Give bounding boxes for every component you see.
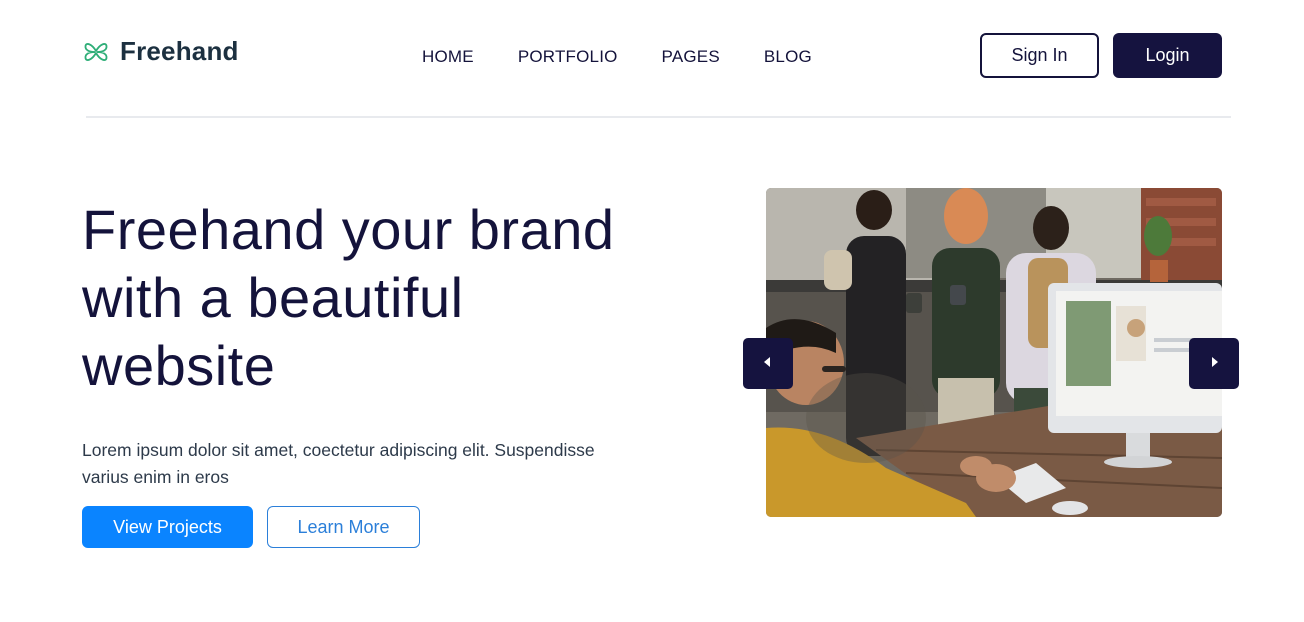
brand-logo-link[interactable]: Freehand xyxy=(82,36,239,67)
hero-title: Freehand your brand with a beautiful web… xyxy=(82,196,662,400)
nav-pages[interactable]: PAGES xyxy=(662,47,720,67)
hero-title-line: Freehand your brand xyxy=(82,198,615,261)
nav-portfolio[interactable]: PORTFOLIO xyxy=(518,47,618,67)
hero-description: Lorem ipsum dolor sit amet, coectetur ad… xyxy=(82,440,595,487)
clover-icon xyxy=(82,38,110,66)
main-nav: HOME PORTFOLIO PAGES BLOG xyxy=(422,47,812,67)
slider-next-button[interactable] xyxy=(1189,338,1239,389)
sign-in-button[interactable]: Sign In xyxy=(980,33,1099,78)
learn-more-button[interactable]: Learn More xyxy=(267,506,420,548)
view-projects-button[interactable]: View Projects xyxy=(82,506,253,548)
brand-name: Freehand xyxy=(120,36,239,66)
hero-title-line: with a beautiful xyxy=(82,266,464,329)
team-meeting-photo xyxy=(766,188,1222,517)
site-header: Freehand HOME PORTFOLIO PAGES BLOG Sign … xyxy=(0,0,1304,117)
hero-title-line: website xyxy=(82,334,276,397)
caret-left-icon xyxy=(762,356,774,371)
hero-image-slider[interactable] xyxy=(766,188,1222,517)
login-button[interactable]: Login xyxy=(1113,33,1222,78)
header-divider xyxy=(86,116,1231,118)
landing-page: Freehand HOME PORTFOLIO PAGES BLOG Sign … xyxy=(0,0,1304,622)
slider-prev-button[interactable] xyxy=(743,338,793,389)
nav-blog[interactable]: BLOG xyxy=(764,47,812,67)
caret-right-icon xyxy=(1208,356,1220,371)
nav-home[interactable]: HOME xyxy=(422,47,474,67)
